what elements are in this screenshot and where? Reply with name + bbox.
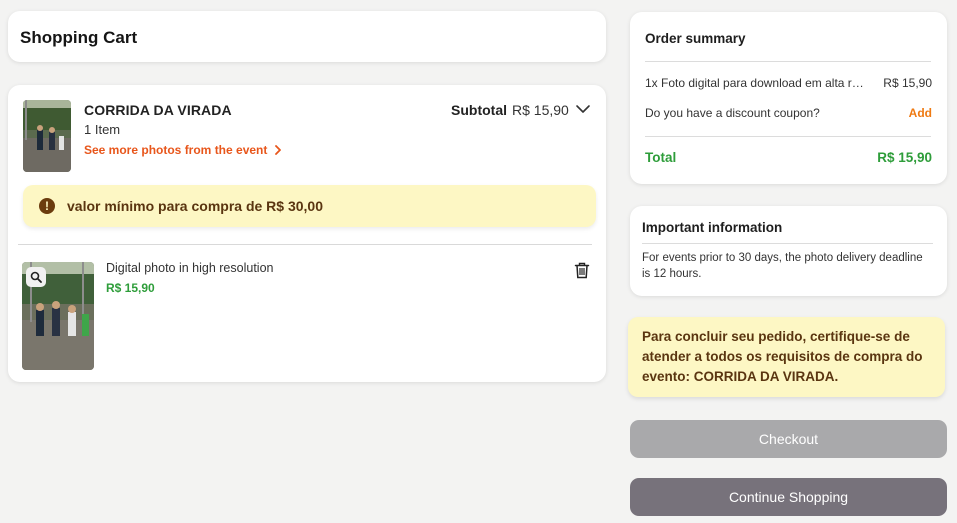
order-summary: Order summary 1x Foto digital para downl… xyxy=(630,12,947,184)
item-title: Digital photo in high resolution xyxy=(106,261,274,275)
see-more-photos-link[interactable]: See more photos from the event xyxy=(84,143,283,157)
total-value: R$ 15,90 xyxy=(877,150,932,165)
item-price: R$ 15,90 xyxy=(106,281,155,295)
coupon-question: Do you have a discount coupon? xyxy=(645,106,820,120)
event-thumbnail[interactable] xyxy=(23,100,71,172)
subtotal-label: Subtotal xyxy=(451,102,507,118)
important-information-text: For events prior to 30 days, the photo d… xyxy=(642,252,923,280)
cart-event-group: CORRIDA DA VIRADA 1 Item See more photos… xyxy=(8,85,606,382)
purchase-requirements-notice: Para concluir seu pedido, certifique-se … xyxy=(628,317,945,397)
order-summary-title: Order summary xyxy=(645,31,746,46)
divider xyxy=(645,136,931,137)
item-count: 1 Item xyxy=(84,122,121,137)
zoom-button[interactable] xyxy=(26,267,46,287)
total-label: Total xyxy=(645,150,677,165)
exclamation-icon: ! xyxy=(39,198,55,214)
chevron-down-icon[interactable] xyxy=(575,101,591,117)
divider xyxy=(642,243,933,244)
see-more-photos-label: See more photos from the event xyxy=(84,143,268,157)
cart-header: Shopping Cart xyxy=(8,11,606,62)
photo-thumbnail[interactable] xyxy=(22,262,94,370)
event-name: CORRIDA DA VIRADA xyxy=(84,102,232,118)
chevron-right-icon xyxy=(275,145,282,155)
minimum-purchase-alert: ! valor mínimo para compra de R$ 30,00 xyxy=(23,185,596,227)
page-title: Shopping Cart xyxy=(20,28,138,47)
divider xyxy=(645,61,931,62)
add-coupon-button[interactable]: Add xyxy=(909,106,932,120)
important-information-title: Important information xyxy=(642,220,783,235)
order-line-item: 1x Foto digital para download em alta re… xyxy=(645,76,870,90)
divider xyxy=(18,244,592,245)
purchase-requirements-text: Para concluir seu pedido, certifique-se … xyxy=(642,329,923,384)
minimum-purchase-text: valor mínimo para compra de R$ 30,00 xyxy=(67,198,323,214)
subtotal-value: R$ 15,90 xyxy=(512,102,569,118)
continue-shopping-button[interactable]: Continue Shopping xyxy=(630,478,947,516)
order-line-price: R$ 15,90 xyxy=(883,76,932,90)
search-icon xyxy=(30,271,42,283)
important-information: Important information For events prior t… xyxy=(630,206,947,296)
trash-icon[interactable] xyxy=(574,262,590,279)
checkout-button[interactable]: Checkout xyxy=(630,420,947,458)
